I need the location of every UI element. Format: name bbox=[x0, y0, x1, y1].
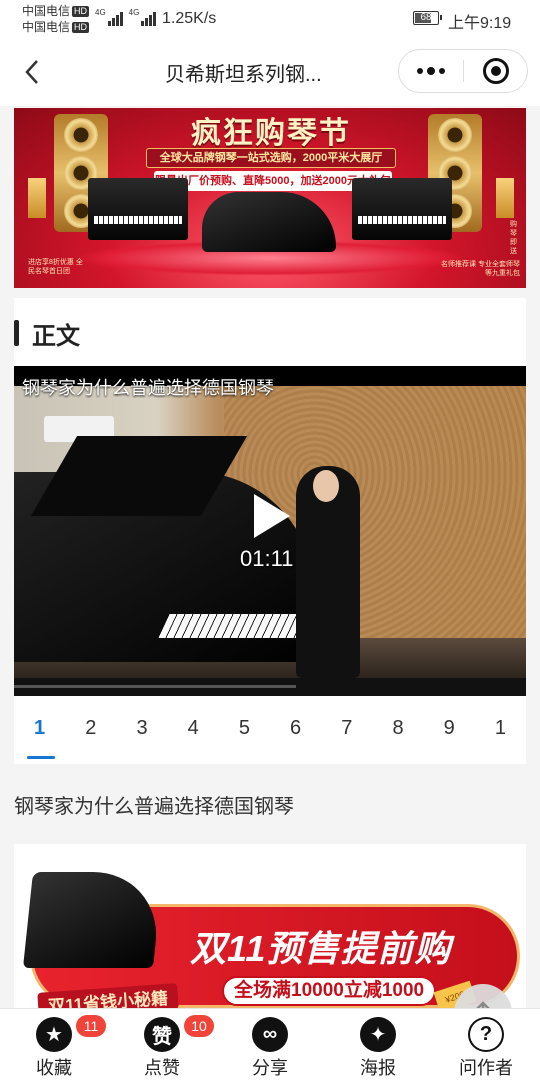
toolbar-item-2[interactable]: ∞ 分享 bbox=[216, 1009, 324, 1080]
video-player[interactable]: 钢琴家为什么普遍选择德国钢琴 01:11 bbox=[14, 366, 526, 696]
page-tab-3[interactable]: 3 bbox=[116, 704, 167, 764]
miniapp-capsule bbox=[398, 49, 528, 93]
count-badge: 11 bbox=[76, 1015, 106, 1037]
banner-line-1: 全球大品牌钢琴一站式选购，2000平米大展厅 bbox=[146, 148, 396, 168]
toolbar-label: 海报 bbox=[360, 1058, 396, 1078]
toolbar-item-4[interactable]: ? 问作者 bbox=[432, 1009, 540, 1080]
grand-piano-image bbox=[22, 872, 164, 968]
toolbar-item-1[interactable]: 赞点赞 10 bbox=[108, 1009, 216, 1080]
banner-side-left: 进店享8折优惠 全民名琴首日团 bbox=[28, 259, 83, 275]
nav-bar: 贝希斯坦系列钢... bbox=[0, 40, 540, 106]
page-tab-10[interactable]: 1 bbox=[475, 704, 526, 764]
share-icon: ∞ bbox=[252, 1017, 288, 1052]
toolbar-item-0[interactable]: ★ 收藏 11 bbox=[0, 1009, 108, 1080]
target-close-icon bbox=[482, 58, 509, 84]
video-title: 钢琴家为什么普遍选择德国钢琴 bbox=[22, 378, 274, 398]
video-duration: 01:11 bbox=[240, 546, 294, 571]
banner-headline: 疯狂购琴节 bbox=[191, 117, 351, 150]
page-tab-1[interactable]: 1 bbox=[14, 704, 65, 764]
page-title: 贝希斯坦系列钢... bbox=[165, 64, 322, 86]
play-icon[interactable] bbox=[254, 494, 290, 538]
hd-badge: HD bbox=[72, 6, 90, 18]
close-button[interactable] bbox=[464, 50, 527, 92]
signal-icons: 4G 4G bbox=[95, 8, 157, 26]
signal-icon: 4G bbox=[129, 8, 157, 26]
page-tab-2[interactable]: 2 bbox=[65, 704, 116, 764]
toolbar-item-3[interactable]: ✦ 海报 bbox=[324, 1009, 432, 1080]
section-label: 正文 bbox=[32, 322, 80, 350]
section-header: 正文 bbox=[14, 316, 80, 350]
arrow-up-icon bbox=[476, 1001, 490, 1008]
clock: 上午9:19 bbox=[448, 15, 512, 32]
carrier-2: 中国电信 HD bbox=[22, 20, 90, 34]
hd-badge: HD bbox=[72, 22, 90, 34]
promo-image[interactable]: 双11预售提前购 全场满10000立减1000 双11省钱小秘籍 ¥200 bbox=[14, 844, 526, 1008]
more-dots-icon bbox=[417, 68, 423, 74]
toolbar-label: 收藏 bbox=[36, 1058, 72, 1078]
article-title: 钢琴家为什么普遍选择德国钢琴 bbox=[14, 796, 294, 818]
chevron-left-icon bbox=[25, 60, 38, 84]
signal-icon: 4G bbox=[95, 8, 123, 26]
promo-banner[interactable]: 疯狂购琴节 全球大品牌钢琴一站式选购，2000平米大展厅 限量出厂价预购、直降5… bbox=[14, 108, 526, 288]
video-progress[interactable] bbox=[14, 678, 526, 696]
page-tab-7[interactable]: 7 bbox=[321, 704, 372, 764]
toolbar-label: 点赞 bbox=[144, 1058, 180, 1078]
poster-icon: ✦ bbox=[360, 1017, 396, 1052]
carrier-1: 中国电信 HD bbox=[22, 4, 90, 18]
article-card: 正文 钢琴家为什么普遍选择德国钢琴 01:11 1234567891 bbox=[14, 298, 526, 764]
content-area[interactable]: 疯狂购琴节 全球大品牌钢琴一站式选购，2000平米大展厅 限量出厂价预购、直降5… bbox=[0, 106, 540, 1008]
video-pager: 1234567891 bbox=[14, 704, 526, 764]
promo-main-text: 双11预售提前购 bbox=[190, 928, 452, 969]
more-button[interactable] bbox=[399, 50, 463, 92]
page-tab-8[interactable]: 8 bbox=[372, 704, 423, 764]
bottom-toolbar: ★ 收藏 11 赞点赞 10 ∞ 分享 ✦ 海报? 问作者 bbox=[0, 1008, 540, 1080]
page-tab-4[interactable]: 4 bbox=[168, 704, 219, 764]
banner-side-right: 名师推荐课 专业全套师琴等九重礼包 bbox=[441, 261, 520, 277]
back-button[interactable] bbox=[14, 54, 50, 90]
like-icon: 赞 bbox=[144, 1017, 180, 1052]
net-speed: 1.25K/s bbox=[162, 10, 217, 27]
battery-icon: 68 bbox=[413, 11, 442, 25]
star-icon: ★ bbox=[36, 1017, 72, 1052]
upright-piano-image bbox=[88, 178, 188, 240]
question-icon: ? bbox=[468, 1017, 504, 1052]
toolbar-label: 分享 bbox=[252, 1058, 288, 1078]
page-tab-9[interactable]: 9 bbox=[424, 704, 475, 764]
toolbar-label: 问作者 bbox=[459, 1058, 513, 1078]
page-tab-6[interactable]: 6 bbox=[270, 704, 321, 764]
upright-piano-image bbox=[352, 178, 452, 240]
promo-sub-text: 全场满10000立减1000 bbox=[222, 976, 437, 1006]
count-badge: 10 bbox=[184, 1015, 214, 1037]
grand-piano-image bbox=[202, 192, 336, 252]
banner-side-vertical: 购琴即送 bbox=[510, 221, 517, 255]
status-bar: 中国电信 HD 中国电信 HD 4G 4G 1.25K/s 68 上午9:19 bbox=[0, 0, 540, 40]
page-tab-5[interactable]: 5 bbox=[219, 704, 270, 764]
